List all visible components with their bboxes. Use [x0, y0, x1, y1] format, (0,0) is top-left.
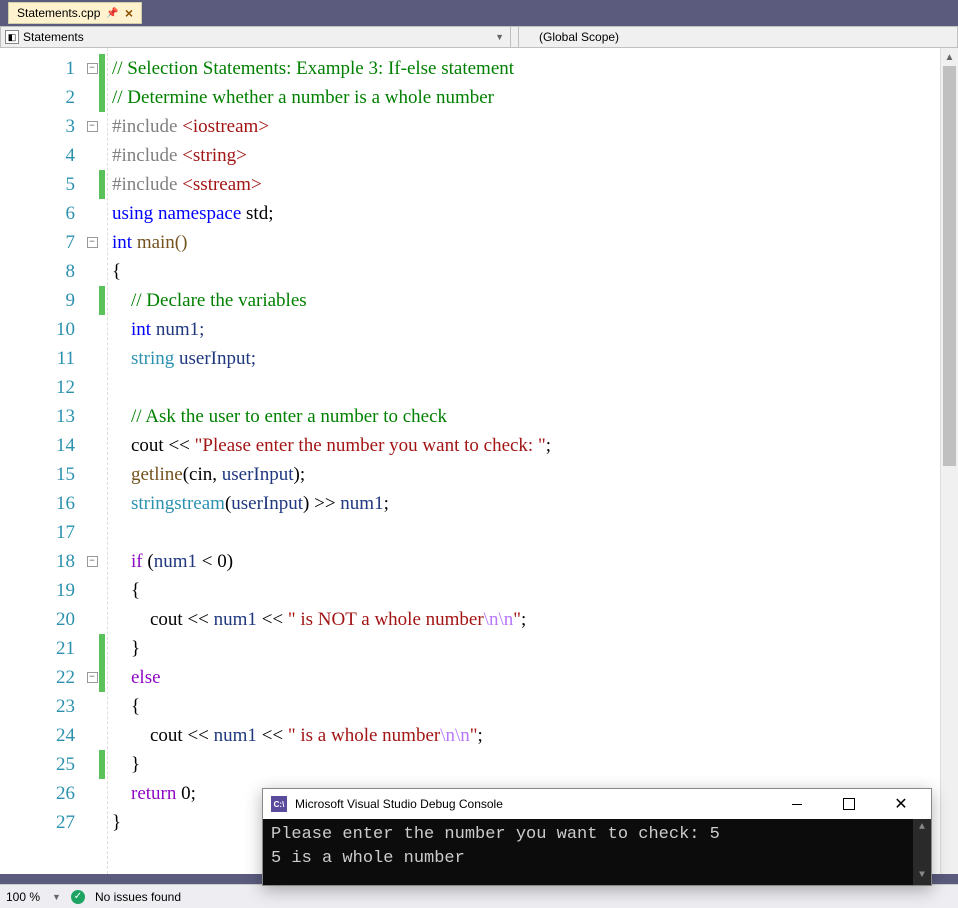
fold-toggle[interactable]: − — [87, 672, 98, 683]
fold-toggle[interactable]: − — [87, 121, 98, 132]
nav-left-label: Statements — [23, 30, 84, 44]
class-icon: ◧ — [5, 30, 19, 44]
console-line: Please enter the number you want to chec… — [271, 823, 923, 847]
status-bar: 100 % ▼ ✓ No issues found — [0, 884, 958, 908]
nav-dropdown-scope[interactable]: (Global Scope) — [519, 27, 957, 47]
close-button[interactable]: ✕ — [879, 790, 923, 818]
console-icon: C:\ — [271, 796, 287, 812]
fold-column: − − − − − — [85, 48, 99, 874]
change-marker-column — [99, 48, 107, 874]
code-content[interactable]: // Selection Statements: Example 3: If-e… — [107, 48, 957, 874]
minimize-button[interactable] — [775, 790, 819, 818]
console-line: 5 is a whole number — [271, 847, 923, 871]
scroll-down-icon[interactable]: ▼ — [913, 867, 931, 885]
editor-scrollbar[interactable]: ▲ — [940, 48, 958, 874]
editor-area[interactable]: 123 456 789 101112 131415 161718 192021 … — [0, 48, 958, 874]
dropdown-arrow-icon: ▼ — [495, 32, 504, 42]
nav-right-label: (Global Scope) — [539, 30, 619, 44]
scroll-up-icon[interactable]: ▲ — [913, 819, 931, 837]
fold-toggle[interactable]: − — [87, 237, 98, 248]
zoom-dropdown-icon[interactable]: ▼ — [52, 892, 61, 902]
scroll-up-icon[interactable]: ▲ — [941, 48, 958, 66]
close-tab-icon[interactable]: × — [125, 6, 133, 20]
navigation-bar: ◧ Statements ▼ (Global Scope) — [0, 26, 958, 48]
fold-toggle[interactable]: − — [87, 556, 98, 567]
console-scrollbar[interactable]: ▲ ▼ — [913, 819, 931, 885]
check-icon: ✓ — [71, 890, 85, 904]
zoom-level[interactable]: 100 % — [6, 890, 40, 904]
console-title: Microsoft Visual Studio Debug Console — [295, 797, 503, 811]
console-output[interactable]: Please enter the number you want to chec… — [263, 819, 931, 885]
line-number-gutter: 123 456 789 101112 131415 161718 192021 … — [0, 48, 85, 874]
nav-dropdown-class[interactable]: ◧ Statements ▼ — [1, 27, 511, 47]
fold-toggle[interactable]: − — [87, 63, 98, 74]
console-titlebar[interactable]: C:\ Microsoft Visual Studio Debug Consol… — [263, 789, 931, 819]
scroll-thumb[interactable] — [943, 66, 956, 466]
tab-bar: Statements.cpp 📌 × — [0, 0, 958, 26]
tab-label: Statements.cpp — [17, 6, 100, 20]
maximize-button[interactable] — [827, 790, 871, 818]
issues-status: No issues found — [95, 890, 181, 904]
pin-icon[interactable]: 📌 — [106, 8, 118, 19]
nav-separator — [511, 27, 519, 47]
file-tab[interactable]: Statements.cpp 📌 × — [8, 2, 142, 24]
console-window: C:\ Microsoft Visual Studio Debug Consol… — [262, 788, 932, 886]
